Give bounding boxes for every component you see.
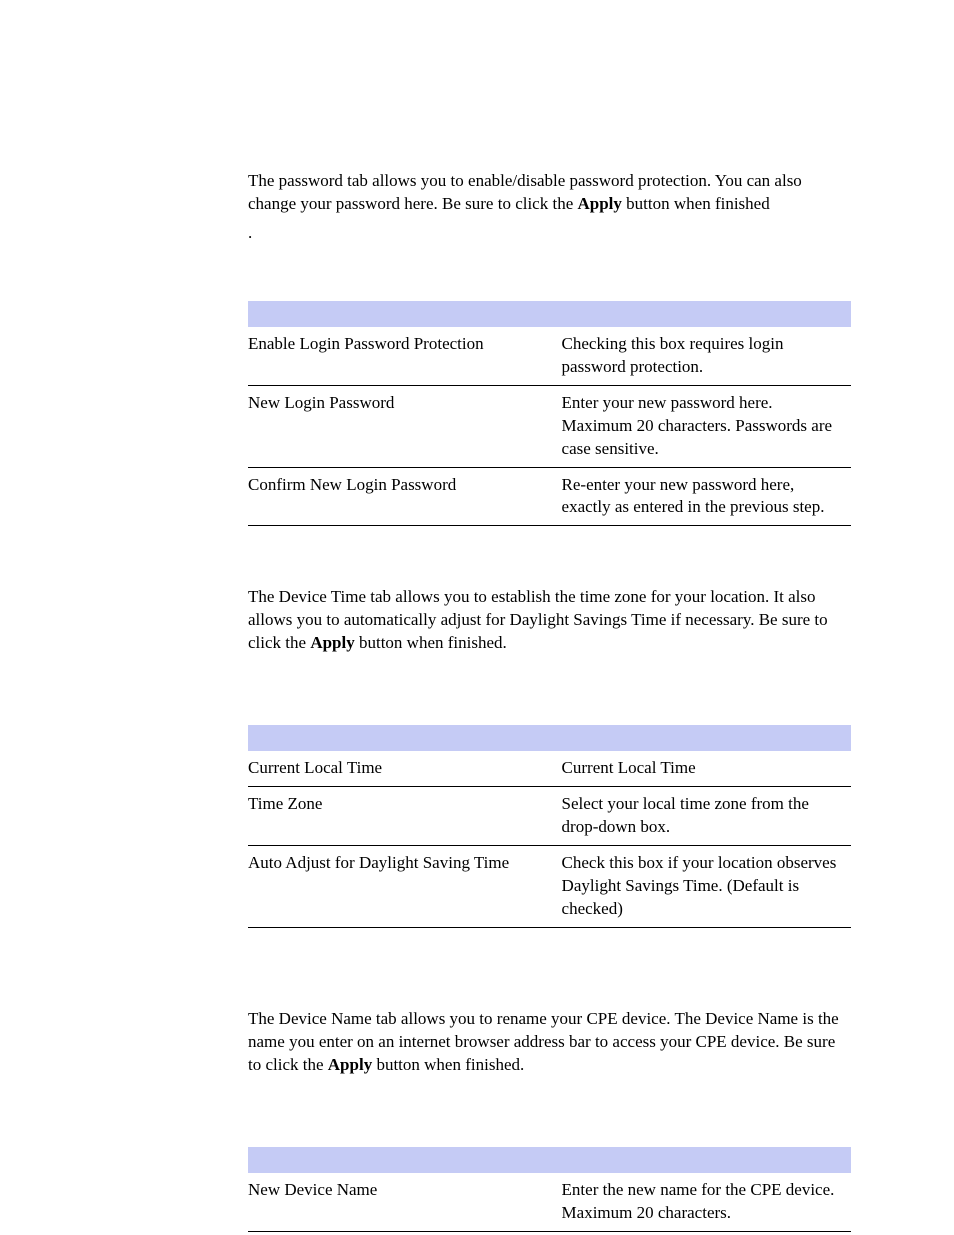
intro-text-post: button when finished. [355, 633, 507, 652]
field-description: Checking this box requires login passwor… [562, 327, 851, 385]
device-time-tab-table: Current Local Time Current Local Time Ti… [248, 725, 851, 928]
field-name: Time Zone [248, 787, 562, 846]
table-row: Auto Adjust for Daylight Saving Time Che… [248, 846, 851, 928]
field-name: Confirm New Login Password [248, 467, 562, 526]
table-header-row [248, 725, 851, 751]
field-description: Current Local Time [562, 751, 851, 786]
apply-bold: Apply [310, 633, 354, 652]
trailing-period: . [248, 222, 851, 245]
field-name: Auto Adjust for Daylight Saving Time [248, 846, 562, 928]
field-name: New Login Password [248, 385, 562, 467]
table-header-row [248, 301, 851, 327]
field-description: Enter the new name for the CPE device. M… [562, 1173, 851, 1231]
field-name: Current Local Time [248, 751, 562, 786]
field-description: Re-enter your new password here, exactly… [562, 467, 851, 526]
device-name-tab-intro: The Device Name tab allows you to rename… [248, 1008, 851, 1077]
table-header-cell [248, 301, 562, 327]
password-tab-intro: The password tab allows you to enable/di… [248, 170, 851, 216]
apply-bold: Apply [328, 1055, 372, 1074]
table-row: Enable Login Password Protection Checkin… [248, 327, 851, 385]
table-row: New Login Password Enter your new passwo… [248, 385, 851, 467]
table-header-cell [248, 1147, 562, 1173]
field-description: Enter your new password here. Maximum 20… [562, 385, 851, 467]
table-header-cell [562, 301, 851, 327]
table-row: Time Zone Select your local time zone fr… [248, 787, 851, 846]
field-description: Select your local time zone from the dro… [562, 787, 851, 846]
field-description: Check this box if your location observes… [562, 846, 851, 928]
field-name: Enable Login Password Protection [248, 327, 562, 385]
table-header-cell [248, 725, 562, 751]
table-header-cell [562, 725, 851, 751]
device-name-tab-table: New Device Name Enter the new name for t… [248, 1147, 851, 1232]
table-row: Current Local Time Current Local Time [248, 751, 851, 786]
table-row: Confirm New Login Password Re-enter your… [248, 467, 851, 526]
device-time-tab-intro: The Device Time tab allows you to establ… [248, 586, 851, 655]
table-header-cell [562, 1147, 851, 1173]
table-header-row [248, 1147, 851, 1173]
table-row: New Device Name Enter the new name for t… [248, 1173, 851, 1231]
intro-text-post: button when finished [622, 194, 770, 213]
document-page: The password tab allows you to enable/di… [0, 0, 954, 1235]
apply-bold: Apply [578, 194, 622, 213]
intro-text-post: button when finished. [372, 1055, 524, 1074]
field-name: New Device Name [248, 1173, 562, 1231]
password-tab-table: Enable Login Password Protection Checkin… [248, 301, 851, 527]
